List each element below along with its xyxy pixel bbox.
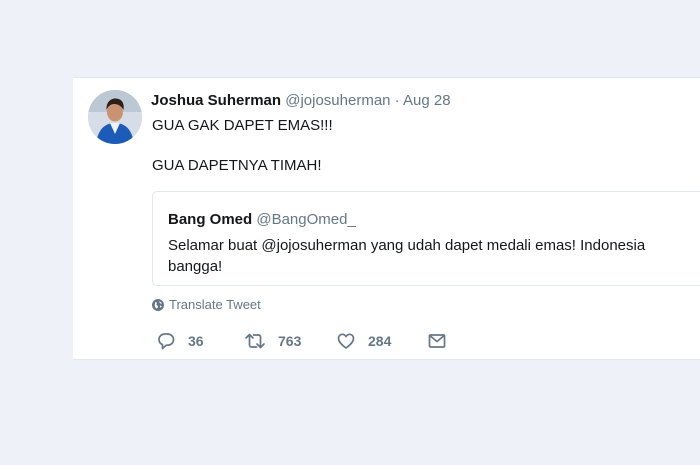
tweet-date[interactable]: Aug 28 xyxy=(403,92,451,109)
tweet-text: GUA GAK DAPET EMAS!!! GUA DAPETNYA TIMAH… xyxy=(152,116,692,176)
retweet-arrows-icon xyxy=(245,333,265,349)
quoted-user-handle: @BangOmed_ xyxy=(256,211,356,228)
tweet-card[interactable]: Joshua Suherman @jojosuherman · Aug 28 G… xyxy=(73,77,700,360)
display-name[interactable]: Joshua Suherman xyxy=(151,92,281,109)
avatar-image xyxy=(88,90,142,144)
quoted-tweet-header: Bang Omed @BangOmed_ xyxy=(168,210,356,230)
speech-bubble-icon xyxy=(158,333,175,350)
translate-tweet-link[interactable]: Translate Tweet xyxy=(152,297,261,313)
envelope-icon xyxy=(428,334,446,348)
user-handle[interactable]: @jojosuherman xyxy=(285,92,390,109)
tweet-header: Joshua Suherman @jojosuherman · Aug 28 xyxy=(151,91,451,111)
tweet-text-line: GUA DAPETNYA TIMAH! xyxy=(152,157,322,174)
reply-count: 36 xyxy=(188,333,204,349)
globe-icon xyxy=(152,299,164,311)
avatar[interactable] xyxy=(88,90,142,144)
heart-icon xyxy=(337,333,355,349)
tweet-actions: 36 763 284 xyxy=(156,330,556,352)
like-count: 284 xyxy=(368,333,392,349)
reply-button[interactable]: 36 xyxy=(156,330,204,352)
quoted-display-name: Bang Omed xyxy=(168,211,253,228)
retweet-button[interactable]: 763 xyxy=(244,330,301,352)
like-button[interactable]: 284 xyxy=(336,330,391,352)
direct-message-button[interactable] xyxy=(427,330,447,352)
retweet-count: 763 xyxy=(278,333,302,349)
tweet-text-line: GUA GAK DAPET EMAS!!! xyxy=(152,117,333,134)
translate-tweet-label: Translate Tweet xyxy=(169,297,261,312)
quoted-tweet-text: Selamar buat @jojosuherman yang udah dap… xyxy=(168,237,646,275)
quoted-tweet[interactable]: Bang Omed @BangOmed_ Selamar buat @jojos… xyxy=(152,191,700,286)
separator-dot: · xyxy=(394,92,400,109)
